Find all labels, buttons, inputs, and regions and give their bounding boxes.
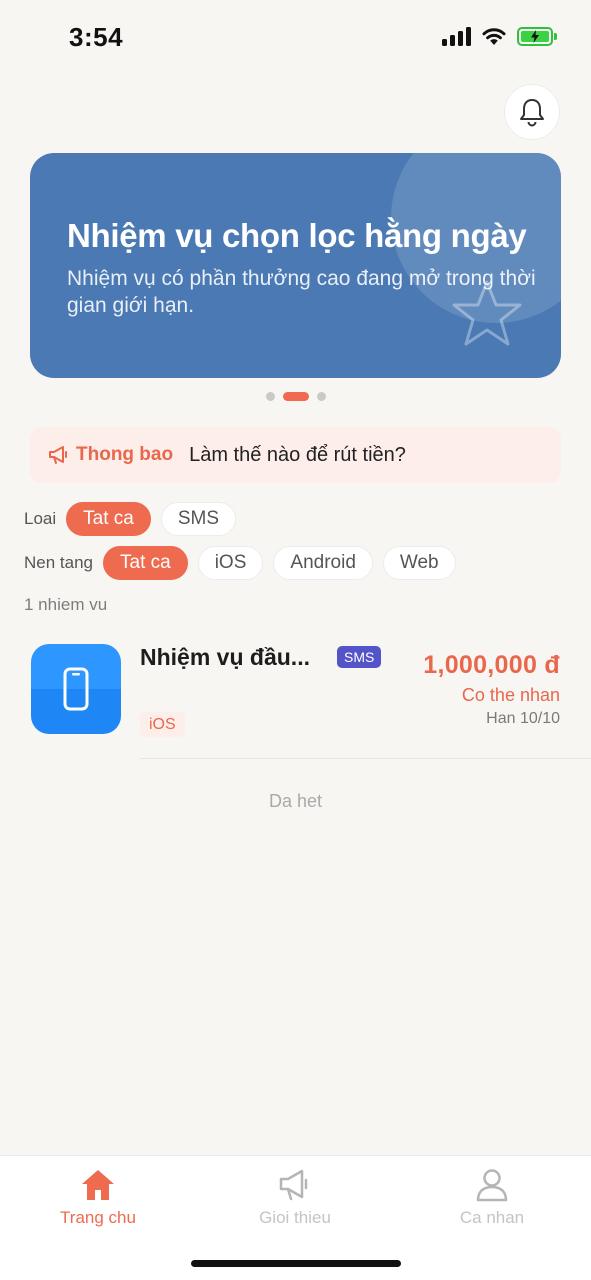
task-reward: 1,000,000 đ <box>423 651 560 679</box>
task-count: 1 nhiem vu <box>24 595 108 614</box>
platform-filter-label: Nen tang <box>24 553 93 572</box>
signal-icon <box>442 26 471 46</box>
notice-text[interactable]: Làm thế nào để rút tiền? <box>189 444 406 467</box>
platform-filter: Nen tang Tat ca iOS Android Web <box>24 546 466 580</box>
task-type-badge: SMS <box>337 646 382 668</box>
platform-chip-web[interactable]: Web <box>382 546 456 580</box>
tab-referral-label: Gioi thieu <box>259 1208 331 1227</box>
home-indicator <box>191 1260 401 1267</box>
battery-charging-icon <box>517 26 557 46</box>
type-chip-all[interactable]: Tat ca <box>66 502 151 536</box>
banner-pagination <box>0 392 591 401</box>
type-filter-label: Loai <box>24 509 57 528</box>
list-end-text: Da het <box>268 791 323 811</box>
task-title[interactable]: Nhiệm vụ đầu... <box>140 644 310 671</box>
type-chip-sms[interactable]: SMS <box>160 502 237 536</box>
platform-chip-ios[interactable]: iOS <box>197 546 264 580</box>
status-icons <box>442 26 557 46</box>
tab-home[interactable]: Trang chu <box>28 1168 168 1228</box>
megaphone-icon <box>279 1169 308 1201</box>
banner-title: Nhiệm vụ chọn lọc hằng ngày <box>67 217 527 254</box>
wifi-icon <box>482 28 506 45</box>
star-icon <box>452 280 522 346</box>
tab-home-label: Trang chu <box>60 1208 136 1227</box>
status-time: 3:54 <box>69 22 124 52</box>
tab-profile[interactable]: Ca nhan <box>422 1168 562 1228</box>
pagination-dot-active[interactable] <box>282 392 309 401</box>
notice-label: Thong bao <box>76 444 174 465</box>
type-filter: Loai Tat ca SMS <box>24 502 246 536</box>
notice-bar[interactable]: Thong bao Làm thế nào để rút tiền? <box>30 427 561 483</box>
tab-referral[interactable]: Gioi thieu <box>225 1168 365 1228</box>
task-status: Co the nhan <box>461 685 560 705</box>
pagination-dot[interactable] <box>316 392 326 401</box>
megaphone-icon <box>49 446 67 464</box>
platform-chip-all[interactable]: Tat ca <box>103 546 188 580</box>
platform-chip-android[interactable]: Android <box>273 546 373 580</box>
promo-banner[interactable]: Nhiệm vụ chọn lọc hằng ngày Nhiệm vụ có … <box>30 153 561 378</box>
app-screen: 3:54 Nhiệm vụ chọn lọc hằng ngày Nhiệm v… <box>0 0 591 1280</box>
task-thumbnail <box>31 644 121 734</box>
bell-icon <box>520 99 544 127</box>
list-divider <box>140 758 591 759</box>
task-deadline: Han 10/10 <box>486 710 560 727</box>
pagination-dot[interactable] <box>265 392 275 401</box>
task-platform-badge: iOS <box>140 712 185 737</box>
home-icon <box>82 1170 114 1200</box>
tab-profile-label: Ca nhan <box>459 1208 525 1227</box>
phone-icon <box>63 667 89 711</box>
user-icon <box>476 1169 508 1202</box>
notifications-button[interactable] <box>504 84 560 140</box>
